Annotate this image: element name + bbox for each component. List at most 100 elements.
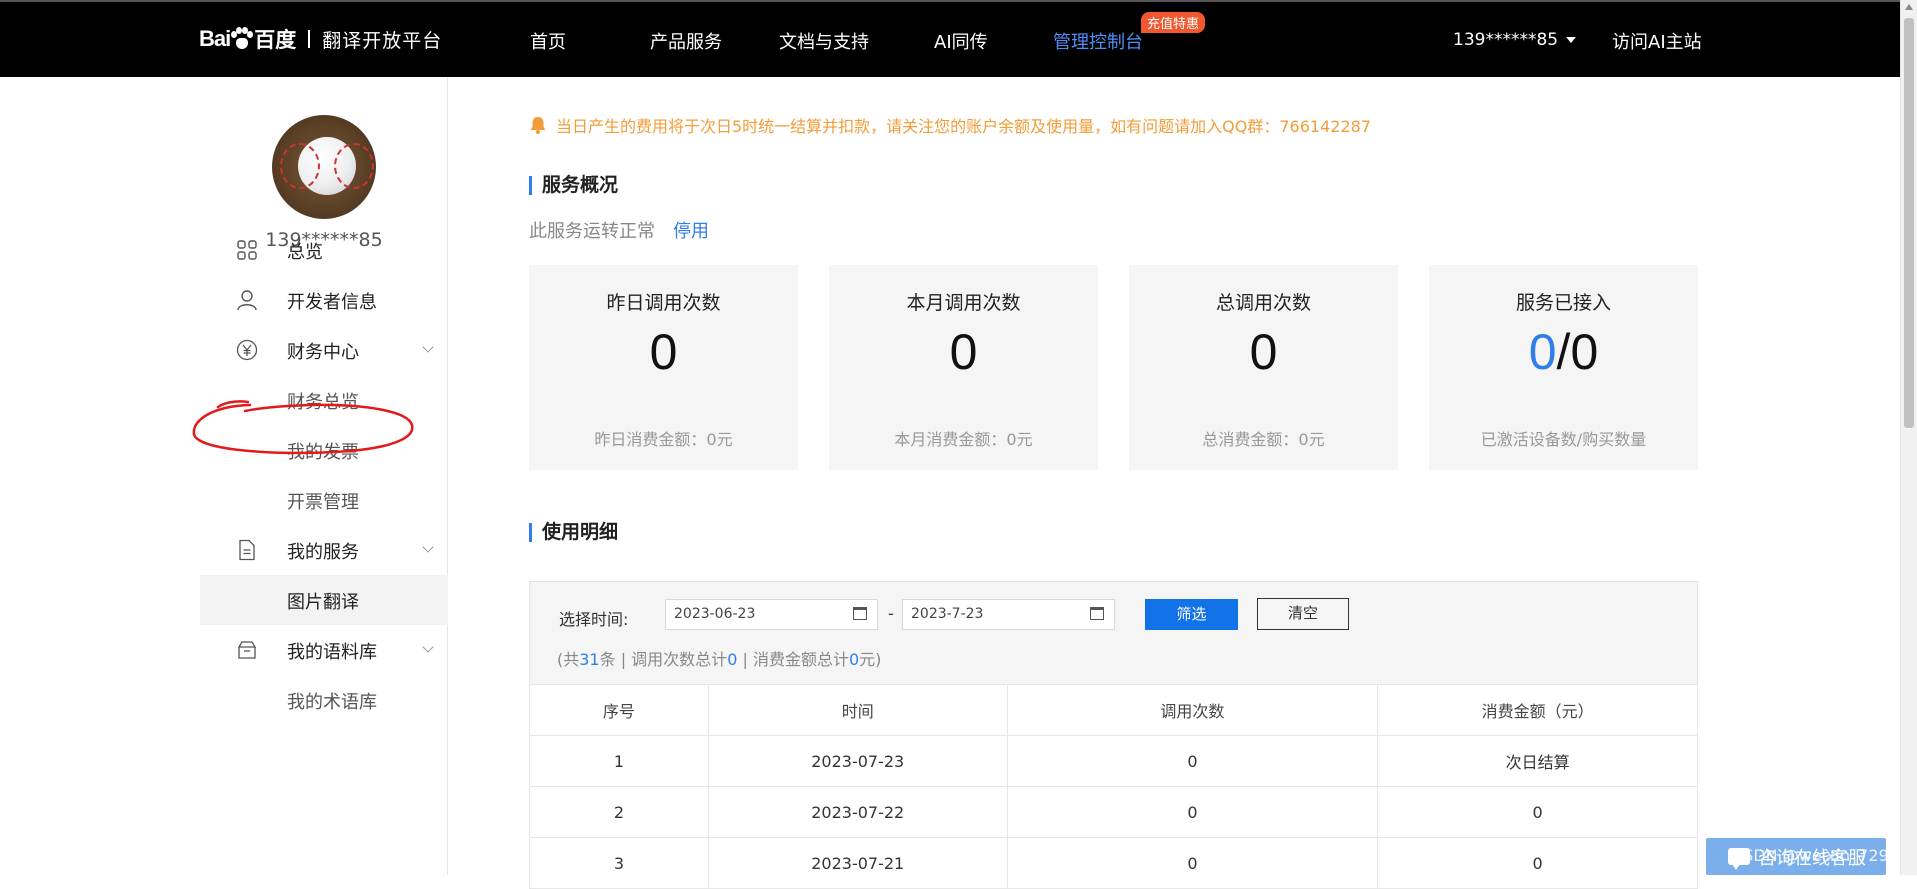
- nav-docs[interactable]: 文档与支持: [779, 28, 869, 54]
- usage-summary: (共31条 | 调用次数总计0 | 消费金额总计0元): [557, 646, 881, 670]
- sidebar-item-invoice-mgmt[interactable]: 开票管理: [200, 475, 448, 525]
- table-row: 1 2023-07-23 0 次日结算: [529, 735, 1698, 787]
- chevron-down-icon: [422, 341, 434, 353]
- service-status: 此服务运转正常 停用: [529, 217, 709, 243]
- chevron-down-icon: [422, 641, 434, 653]
- column-header-time: 时间: [707, 684, 1008, 736]
- billing-notice: 当日产生的费用将于次日5时统一结算并扣款，请关注您的账户余额及使用量，如有问题请…: [528, 113, 1371, 137]
- sidebar-item-developer-info[interactable]: 开发者信息: [200, 275, 448, 325]
- card-value: 0: [649, 324, 678, 380]
- cell-calls: 0: [1006, 735, 1379, 787]
- start-date-value: 2023-06-23: [674, 606, 756, 622]
- nav-products[interactable]: 产品服务: [650, 28, 722, 54]
- table-row: 3 2023-07-21 0 0: [529, 837, 1698, 889]
- section-title-usage-detail: 使用明细: [529, 523, 618, 542]
- yen-icon: [236, 339, 258, 361]
- usage-detail-panel: 选择时间: 2023-06-23 - 2023-7-23 筛选 清空 (共31条…: [529, 581, 1698, 889]
- user-menu[interactable]: 139******85: [1453, 30, 1577, 50]
- nav-console[interactable]: 管理控制台: [1053, 28, 1143, 54]
- summary-text: 元): [859, 650, 882, 669]
- main-content: 当日产生的费用将于次日5时统一结算并扣款，请关注您的账户余额及使用量，如有问题请…: [448, 77, 1900, 889]
- baidu-logo[interactable]: Bai 百度 翻译开放平台: [199, 22, 442, 56]
- end-date-value: 2023-7-23: [911, 606, 984, 622]
- card-subtext: 昨日消费金额：0元: [594, 430, 733, 449]
- filter-button[interactable]: 筛选: [1145, 599, 1238, 630]
- archive-box-icon: [237, 641, 257, 659]
- card-title: 本月调用次数: [906, 292, 1021, 314]
- active-devices-value: 0: [1528, 324, 1557, 380]
- user-icon: [237, 290, 257, 311]
- card-subtext: 总消费金额：0元: [1202, 430, 1325, 449]
- table-header-row: 序号 时间 调用次数 消费金额（元）: [529, 684, 1698, 736]
- sidebar-item-label: 开票管理: [287, 492, 359, 513]
- sidebar-item-label: 财务中心: [287, 342, 359, 363]
- sidebar-item-label: 图片翻译: [287, 592, 359, 613]
- sidebar-item-my-corpus[interactable]: 我的语料库: [200, 625, 448, 675]
- stat-card-total: 总调用次数 0 总消费金额：0元: [1129, 265, 1398, 470]
- sidebar-item-my-invoice[interactable]: 我的发票: [200, 425, 448, 475]
- top-border: [0, 0, 1900, 2]
- scrollbar-thumb[interactable]: [1904, 18, 1914, 428]
- cell-index: 1: [529, 735, 709, 787]
- sidebar-item-overview[interactable]: 总览: [200, 225, 448, 275]
- clear-button[interactable]: 清空: [1257, 598, 1349, 630]
- stat-card-month: 本月调用次数 0 本月消费金额：0元: [829, 265, 1098, 470]
- stop-service-link[interactable]: 停用: [673, 221, 709, 242]
- time-filter-label: 选择时间:: [559, 610, 629, 629]
- end-date-input[interactable]: 2023-7-23: [902, 599, 1115, 630]
- cell-index: 3: [529, 837, 709, 889]
- summary-text: 条 | 调用次数总计: [599, 650, 728, 669]
- sidebar-item-label: 我的服务: [287, 542, 359, 563]
- promo-badge[interactable]: 充值特惠: [1141, 12, 1206, 33]
- online-support-button[interactable]: 咨询在线客服: [1706, 838, 1886, 875]
- document-icon: [239, 539, 255, 561]
- cell-time: 2023-07-22: [707, 786, 1008, 838]
- user-account-label: 139******85: [1453, 30, 1559, 50]
- sidebar-item-finance-overview[interactable]: 财务总览: [200, 375, 448, 425]
- top-navbar: Bai 百度 翻译开放平台 首页 产品服务 文档与支持 AI同传 管理控制台 充…: [0, 0, 1900, 77]
- sidebar-item-label: 财务总览: [287, 392, 359, 413]
- calendar-icon[interactable]: [853, 607, 867, 620]
- summary-text: (共: [557, 650, 580, 669]
- date-separator: -: [888, 604, 894, 623]
- summary-count: 31: [579, 650, 600, 669]
- online-support-label: 咨询在线客服: [1758, 847, 1866, 869]
- sidebar-item-label: 开发者信息: [287, 292, 377, 313]
- usage-table: 序号 时间 调用次数 消费金额（元） 1 2023-07-23 0 次日结算 2…: [529, 684, 1698, 889]
- column-header-index: 序号: [529, 684, 709, 736]
- logo-bai-text: Bai: [199, 26, 231, 51]
- stat-card-yesterday: 昨日调用次数 0 昨日消费金额：0元: [529, 265, 798, 470]
- sidebar: 139******85 总览 开发者信息 财务中心 财务总览 我的发票 开票管理: [0, 77, 448, 875]
- notice-text: 当日产生的费用将于次日5时统一结算并扣款，请关注您的账户余额及使用量，如有问题请…: [556, 117, 1371, 136]
- card-title: 昨日调用次数: [606, 292, 721, 314]
- cell-amount: 0: [1377, 837, 1698, 889]
- table-row: 2 2023-07-22 0 0: [529, 786, 1698, 838]
- sidebar-item-label: 我的发票: [287, 442, 359, 463]
- avatar[interactable]: [272, 115, 376, 219]
- start-date-input[interactable]: 2023-06-23: [665, 599, 878, 630]
- column-header-calls: 调用次数: [1006, 684, 1379, 736]
- stat-card-devices: 服务已接入 0/0 已激活设备数/购买数量: [1429, 265, 1698, 470]
- card-value: 0: [949, 324, 978, 380]
- sidebar-item-image-translate[interactable]: 图片翻译: [200, 575, 448, 625]
- summary-amount: 0: [848, 650, 860, 669]
- sidebar-item-label: 我的术语库: [287, 692, 377, 713]
- nav-ai-interpretation[interactable]: AI同传: [934, 28, 988, 54]
- purchased-devices-value: /0: [1556, 324, 1599, 380]
- scroll-up-arrow-icon[interactable]: [1905, 4, 1913, 10]
- card-subtext: 本月消费金额：0元: [894, 430, 1033, 449]
- sidebar-item-finance[interactable]: 财务中心: [200, 325, 448, 375]
- sidebar-item-label: 我的语料库: [287, 642, 377, 663]
- sidebar-item-label: 总览: [287, 242, 323, 263]
- calendar-icon[interactable]: [1090, 607, 1104, 620]
- nav-home[interactable]: 首页: [530, 28, 566, 54]
- baseball-image: [280, 137, 374, 195]
- card-title: 总调用次数: [1215, 292, 1311, 314]
- card-value: 0/0: [1429, 323, 1698, 381]
- visit-ai-link[interactable]: 访问AI主站: [1612, 28, 1702, 54]
- logo-baidu-text: 百度: [254, 28, 297, 52]
- cell-calls: 0: [1006, 837, 1379, 889]
- sidebar-item-my-terms[interactable]: 我的术语库: [200, 675, 448, 725]
- sidebar-item-my-services[interactable]: 我的服务: [200, 525, 448, 575]
- page-scrollbar[interactable]: [1900, 0, 1917, 875]
